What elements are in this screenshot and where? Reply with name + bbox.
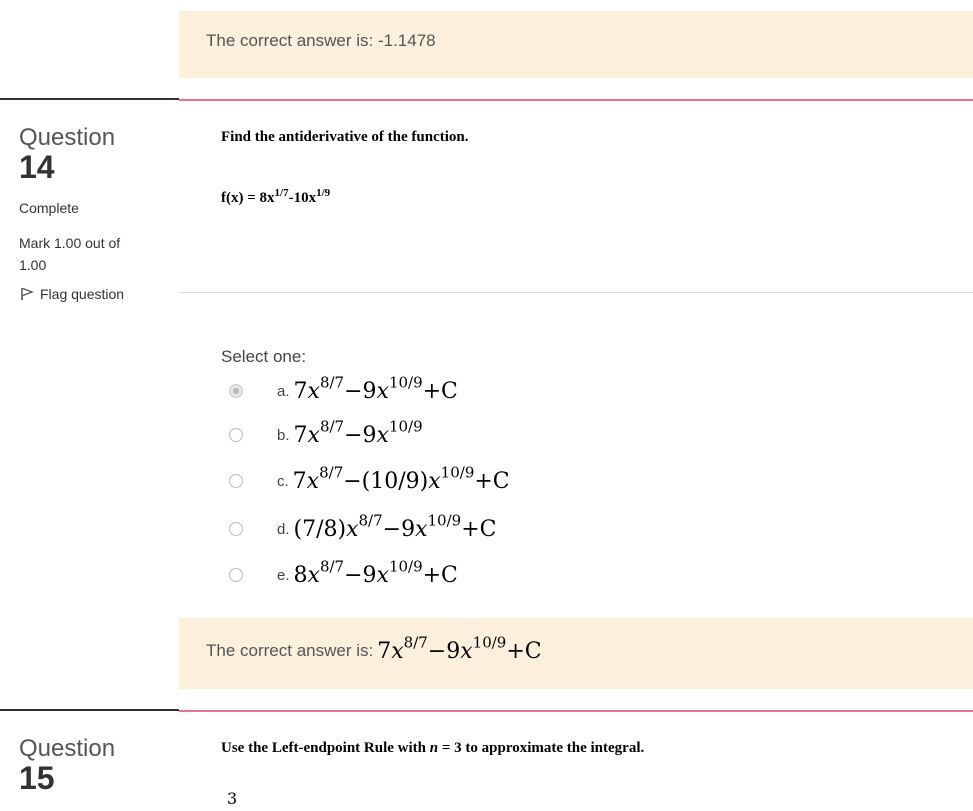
question-15-info-rule xyxy=(0,709,179,711)
math-coef: 7 xyxy=(377,638,392,664)
select-one-label: Select one: xyxy=(221,347,307,366)
option-b-math: 7x8/7−9x10/9 xyxy=(293,419,423,448)
math-coef: 7 xyxy=(292,468,307,494)
option-d-letter: d. xyxy=(277,520,290,538)
correct-answer-value: -1.1478 xyxy=(377,31,436,50)
flag-question-button[interactable]: Flag question xyxy=(20,286,124,302)
math-exp: 10/9 xyxy=(388,557,423,575)
math-coef: 7 xyxy=(293,422,308,448)
question-14-prompt: Find the antiderivative of the function. xyxy=(221,129,469,145)
correct-answer-prefix: The correct answer is: xyxy=(206,641,374,660)
math-var: x xyxy=(391,638,404,664)
option-c-radio[interactable] xyxy=(229,474,243,488)
math-const: +C xyxy=(422,378,458,404)
question-14-info-rule xyxy=(0,98,179,100)
math-exp: 8/7 xyxy=(403,633,428,651)
question-15-prompt: Use the Left-endpoint Rule with n = 3 to… xyxy=(221,740,644,757)
option-b-letter: b. xyxy=(277,426,290,444)
question-14-number: 14 xyxy=(19,149,55,185)
math-exp: 10/9 xyxy=(440,463,475,481)
math-var: x xyxy=(307,422,320,448)
function-mid: -10x xyxy=(288,190,317,206)
answer-option-c[interactable]: c. 7x8/7−(10/9)x10/9+C xyxy=(229,464,510,498)
correct-answer-prefix: The correct answer is: xyxy=(206,31,378,50)
math-var: x xyxy=(376,562,389,588)
math-exp: 10/9 xyxy=(388,417,423,435)
prompt-part-a: Use the Left-endpoint Rule with xyxy=(221,740,430,756)
question-15-content-rule xyxy=(179,710,973,712)
math-exp: 8/7 xyxy=(358,511,383,529)
math-var: x xyxy=(307,562,320,588)
question-14-label: Question xyxy=(19,124,116,151)
math-const: +C xyxy=(506,638,542,664)
question-14-status: Complete xyxy=(19,200,79,216)
question-14-divider xyxy=(179,292,973,293)
correct-answer-math: 7x8/7−9x10/9+C xyxy=(377,635,542,664)
math-var: x xyxy=(376,378,389,404)
option-b-radio[interactable] xyxy=(229,428,243,442)
math-coef: 8 xyxy=(293,562,308,588)
option-e-letter: e. xyxy=(277,566,290,584)
math-coef: (7/8) xyxy=(293,516,347,542)
option-d-math: (7/8)x8/7−9x10/9+C xyxy=(293,513,497,542)
math-term: −9 xyxy=(344,422,377,448)
function-exp-1: 1/7 xyxy=(274,187,289,199)
option-a-letter: a. xyxy=(277,382,290,400)
option-e-radio[interactable] xyxy=(229,568,243,582)
option-a-math: 7x8/7−9x10/9+C xyxy=(293,375,458,404)
math-var: x xyxy=(307,378,320,404)
math-exp: 8/7 xyxy=(319,417,345,435)
option-e-math: 8x8/7−9x10/9+C xyxy=(293,559,458,588)
flag-icon xyxy=(20,287,34,301)
math-const: +C xyxy=(474,468,510,494)
integral-upper-bound: 3 xyxy=(227,789,238,808)
question-14-function: f(x) = 8x1/7-10x1/9 xyxy=(221,187,330,207)
math-exp: 10/9 xyxy=(388,373,423,391)
math-const: +C xyxy=(422,562,458,588)
math-exp: 8/7 xyxy=(319,373,345,391)
question-15-label: Question xyxy=(19,735,116,762)
option-a-radio[interactable] xyxy=(229,384,243,398)
math-term: −9 xyxy=(344,378,377,404)
math-var: x xyxy=(428,468,441,494)
answer-option-d[interactable]: d. (7/8)x8/7−9x10/9+C xyxy=(229,512,496,546)
answer-option-e[interactable]: e. 8x8/7−9x10/9+C xyxy=(229,558,458,592)
question-14-correct-answer: The correct answer is: 7x8/7−9x10/9+C xyxy=(206,631,542,671)
answer-option-a[interactable]: a. 7x8/7−9x10/9+C xyxy=(229,374,458,408)
option-d-radio[interactable] xyxy=(229,522,243,536)
math-var: x xyxy=(415,516,428,542)
flag-question-label: Flag question xyxy=(40,286,125,302)
math-term: −9 xyxy=(382,516,416,542)
option-c-letter: c. xyxy=(277,472,289,490)
mark-line-1: Mark 1.00 out of xyxy=(19,235,121,251)
math-exp: 10/9 xyxy=(472,633,507,651)
previous-correct-answer: The correct answer is: -1.1478 xyxy=(206,31,436,51)
math-var: x xyxy=(346,516,359,542)
math-var: x xyxy=(306,468,320,494)
math-const: +C xyxy=(461,516,497,542)
math-coef: 7 xyxy=(293,378,308,404)
math-exp: 8/7 xyxy=(319,557,345,575)
math-exp: 8/7 xyxy=(319,463,344,481)
function-exp-2: 1/9 xyxy=(316,187,331,199)
math-var: x xyxy=(376,422,389,448)
math-exp: 10/9 xyxy=(427,511,462,529)
question-14-content-rule xyxy=(179,99,973,101)
answer-option-b[interactable]: b. 7x8/7−9x10/9 xyxy=(229,418,423,452)
math-term: −9 xyxy=(427,638,461,664)
question-14-mark: Mark 1.00 out of 1.00 xyxy=(19,232,120,276)
math-term: −9 xyxy=(344,562,377,588)
question-15-number: 15 xyxy=(19,760,55,796)
option-c-math: 7x8/7−(10/9)x10/9+C xyxy=(292,465,510,494)
mark-line-2: 1.00 xyxy=(19,257,47,273)
function-lhs: f(x) = 8x xyxy=(221,190,275,206)
math-term: −(10/9) xyxy=(343,468,429,494)
prompt-part-b: = 3 to approximate the integral. xyxy=(438,740,645,756)
math-var: x xyxy=(460,638,473,664)
prompt-n: n xyxy=(429,740,439,756)
